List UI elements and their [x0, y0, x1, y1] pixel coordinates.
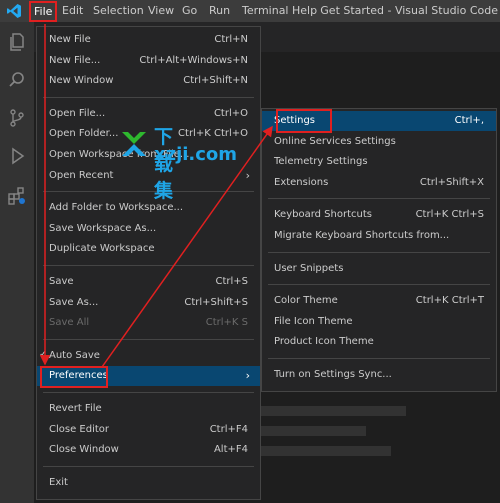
watermark-logo-icon — [122, 132, 146, 156]
watermark-text-url: xzji.com — [154, 144, 238, 165]
annotation-arrows — [39, 24, 273, 368]
